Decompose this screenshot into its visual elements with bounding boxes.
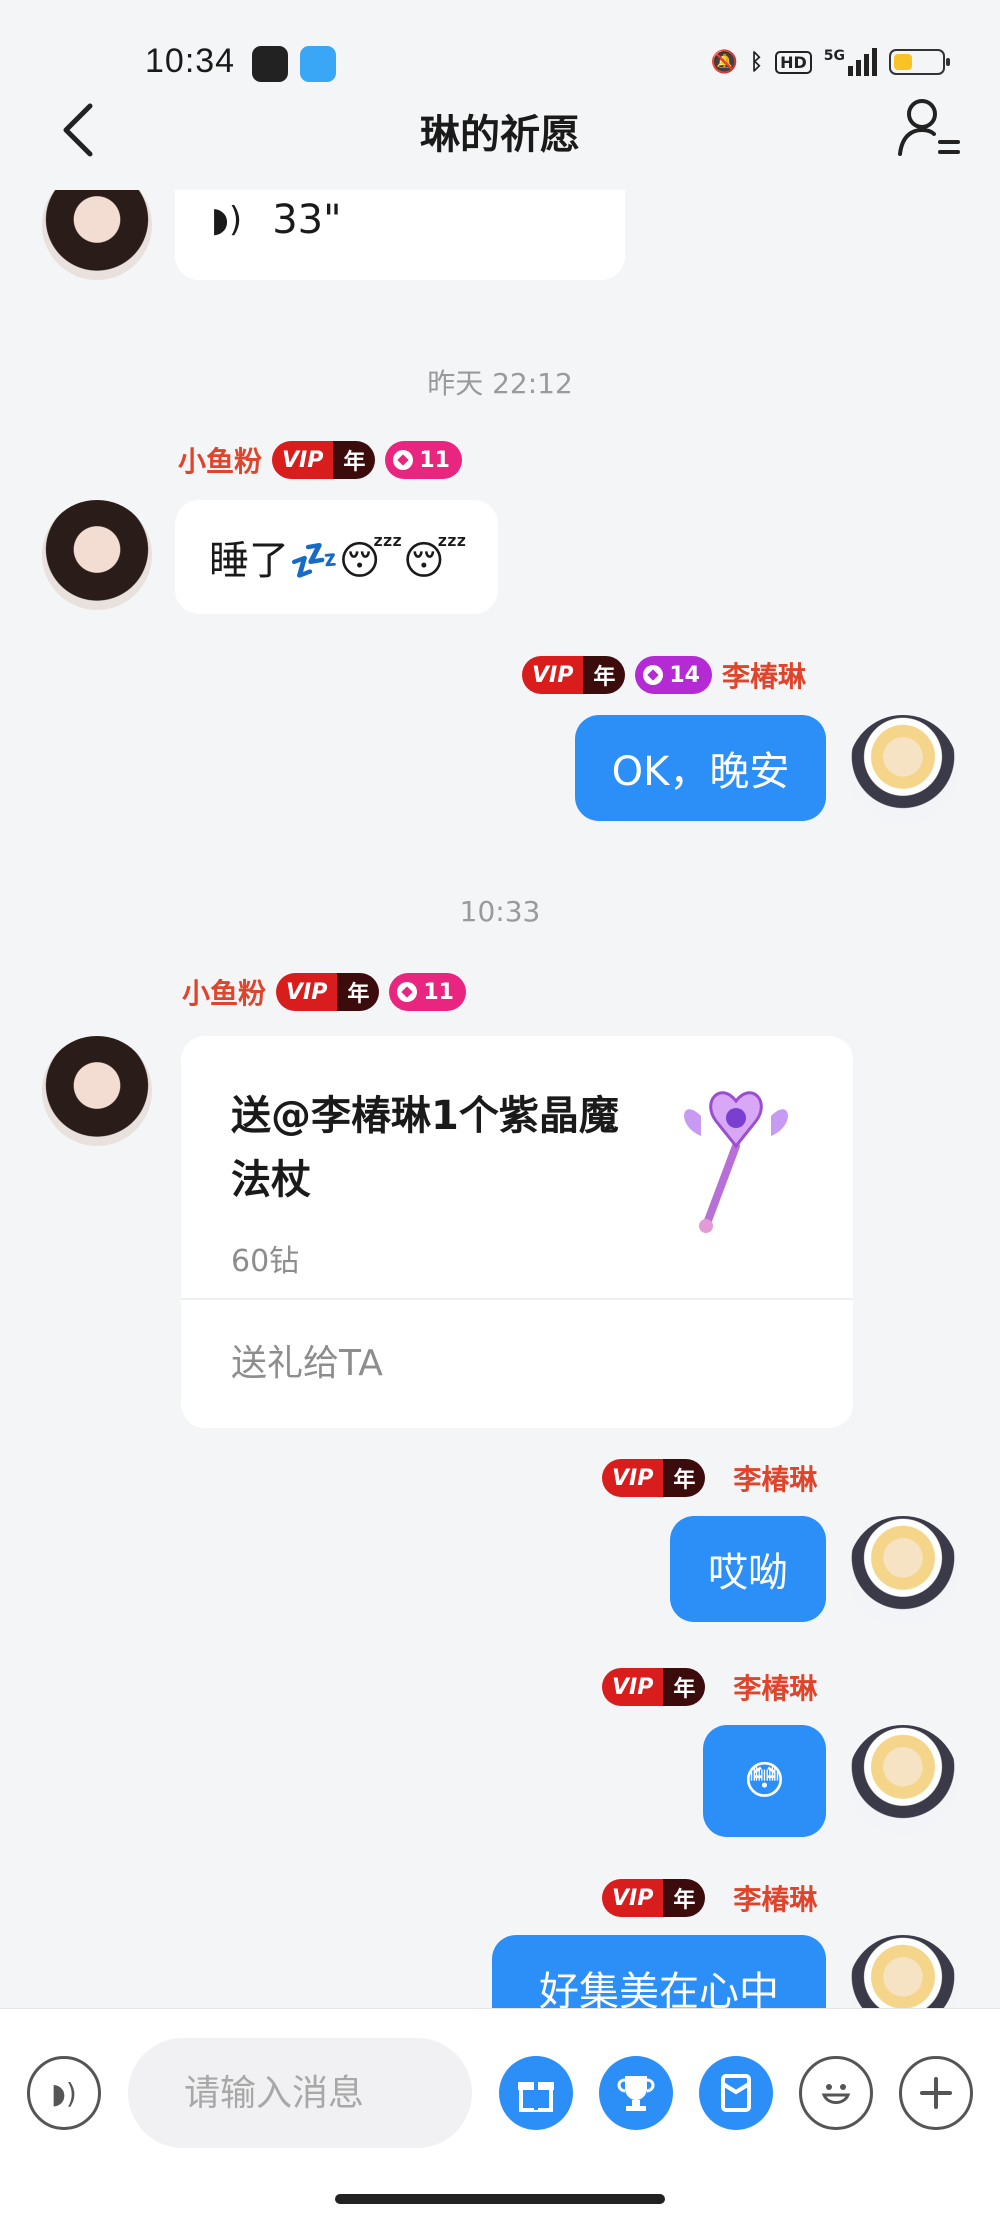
status-bar: 10:34 🔕 ᛒ HD 5G — [0, 0, 1000, 100]
red-packet-button[interactable] — [699, 2056, 773, 2130]
profile-settings-button[interactable] — [896, 94, 962, 160]
avatar-sender[interactable] — [42, 500, 152, 610]
avatar-sender[interactable] — [42, 190, 152, 280]
voice-duration: 33" — [272, 197, 342, 243]
gift-card[interactable]: 送@李椿琳1个紫晶魔法杖 60钻 送礼给TA — [181, 1036, 853, 1428]
emoji-icon — [821, 2084, 851, 2104]
vip-badge: VIP 年 — [602, 1879, 706, 1917]
send-gift-button[interactable]: 送礼给TA — [231, 1334, 383, 1386]
app-notification-icon — [252, 46, 288, 82]
sender-info: VIP 年 14 李椿琳 — [522, 655, 806, 695]
avatar-self[interactable] — [848, 1725, 958, 1835]
sender-info: VIP 年 李椿琳 — [602, 1878, 817, 1918]
level-badge: 11 — [389, 973, 466, 1011]
trophy-button[interactable] — [599, 2056, 673, 2130]
mute-icon: 🔕 — [710, 49, 738, 75]
vip-badge: VIP 年 — [276, 973, 380, 1011]
voice-icon: ◗) — [51, 2076, 77, 2110]
vip-badge: VIP 年 — [522, 656, 626, 694]
app-notification-icon — [300, 46, 336, 82]
avatar-self[interactable] — [848, 1516, 958, 1626]
vip-badge: VIP 年 — [602, 1459, 706, 1497]
sender-name: 小鱼粉 — [182, 977, 267, 1010]
status-icons: 🔕 ᛒ HD 5G — [710, 48, 950, 76]
message-bubble[interactable]: 哎呦 — [670, 1516, 826, 1622]
avatar-self[interactable] — [848, 1935, 958, 2010]
battery-icon — [889, 49, 950, 75]
voice-input-button[interactable]: ◗) — [27, 2056, 101, 2130]
message-input[interactable] — [128, 2038, 472, 2148]
voice-icon: ◗) — [211, 200, 243, 240]
sender-info: VIP 年 李椿琳 — [602, 1458, 817, 1498]
vip-badge: VIP 年 — [272, 441, 376, 479]
more-button[interactable] — [899, 2056, 973, 2130]
vip-badge: VIP 年 — [602, 1668, 706, 1706]
gift-message: 送@李椿琳1个紫晶魔法杖 — [231, 1093, 619, 1203]
message-bubble[interactable]: 睡了💤😴😴 — [175, 500, 498, 614]
message-bubble[interactable]: 😳 — [703, 1725, 826, 1837]
gift-price: 60钻 — [231, 1244, 300, 1279]
sender-name: 李椿琳 — [733, 1463, 818, 1496]
sender-info: 小鱼粉 VIP 年 11 — [182, 972, 466, 1012]
message-bubble[interactable]: OK，晚安 — [575, 715, 826, 821]
trophy-icon — [617, 2076, 655, 2111]
bluetooth-icon: ᛒ — [749, 49, 764, 75]
level-badge: 14 — [635, 656, 712, 694]
timestamp: 10:33 — [459, 895, 541, 928]
avatar-sender[interactable] — [42, 1036, 152, 1146]
signal-icon: 5G — [824, 48, 877, 76]
gift-icon — [518, 2082, 554, 2112]
red-packet-icon — [721, 2074, 751, 2112]
hd-badge: HD — [775, 50, 812, 74]
sender-name: 小鱼粉 — [178, 445, 263, 478]
message-bubble[interactable]: 好集美在心中 — [492, 1935, 826, 2010]
chat-messages[interactable]: ◗) 33" 昨天 22:12 小鱼粉 VIP 年 11 睡了💤😴😴 VIP 年 1… — [0, 190, 1000, 2010]
level-badge: 11 — [385, 441, 462, 479]
sender-name: 李椿琳 — [733, 1883, 818, 1916]
divider — [181, 1298, 853, 1300]
page-title: 琳的祈愿 — [420, 112, 580, 158]
voice-message[interactable]: ◗) 33" — [175, 190, 625, 280]
sender-name: 李椿琳 — [733, 1672, 818, 1705]
home-indicator[interactable] — [335, 2194, 665, 2204]
timestamp: 昨天 22:12 — [427, 367, 573, 400]
sender-info: VIP 年 李椿琳 — [602, 1667, 817, 1707]
emoji-button[interactable] — [799, 2056, 873, 2130]
avatar-self[interactable] — [848, 715, 958, 825]
plus-icon — [920, 2077, 952, 2109]
status-time: 10:34 — [145, 42, 236, 80]
sender-name: 李椿琳 — [721, 660, 806, 693]
sender-info: 小鱼粉 VIP 年 11 — [178, 440, 462, 480]
magic-wand-image — [684, 1091, 788, 1233]
gift-button[interactable] — [499, 2056, 573, 2130]
